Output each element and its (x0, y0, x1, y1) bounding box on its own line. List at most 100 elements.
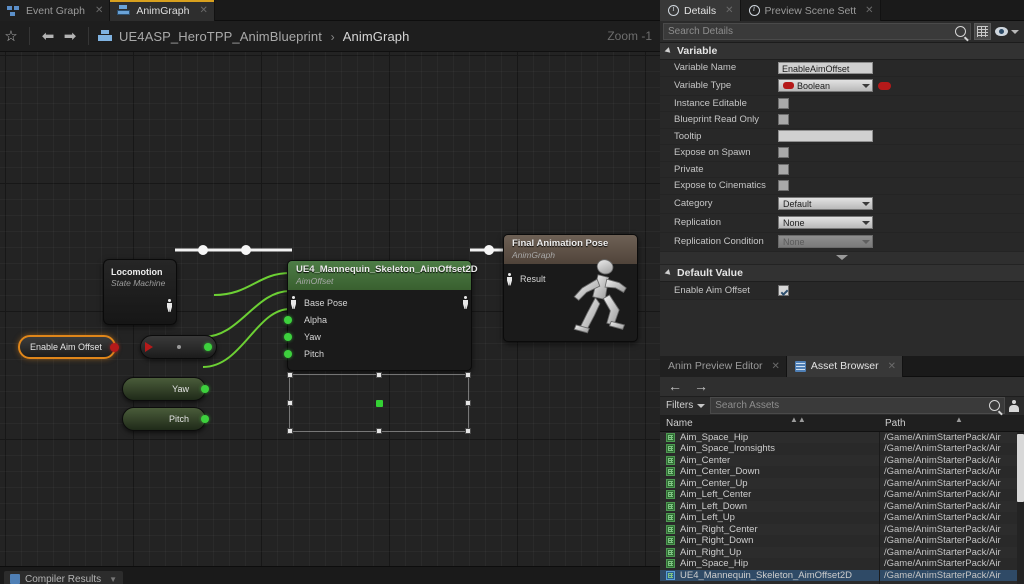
asset-row[interactable]: Aim_Left_Center/Game/AnimStarterPack/Air (660, 489, 1024, 501)
asset-row[interactable]: Aim_Center_Down/Game/AnimStarterPack/Air (660, 466, 1024, 478)
graph-canvas[interactable]: ANIMATION Locomotion (0, 52, 660, 566)
blueprint-read-only-checkbox[interactable] (778, 114, 789, 126)
node-input-row[interactable]: Yaw (284, 328, 471, 345)
category-dropdown[interactable]: Default (778, 197, 873, 210)
asset-row[interactable]: Aim_Right_Center/Game/AnimStarterPack/Ai… (660, 523, 1024, 535)
asset-row[interactable]: Aim_Right_Down/Game/AnimStarterPack/Air (660, 535, 1024, 547)
asset-browser-filter-row: Filters (660, 396, 1024, 416)
back-arrow-icon[interactable]: ⬅ (37, 25, 59, 47)
section-header-default-value[interactable]: Default Value (660, 264, 1024, 282)
gizmo-handle[interactable] (465, 428, 471, 434)
gizmo-handle[interactable] (465, 400, 471, 406)
search-assets-box[interactable] (710, 397, 1005, 414)
search-details-box[interactable] (663, 23, 971, 40)
gizmo-handle[interactable] (287, 428, 293, 434)
type-pill-icon[interactable] (878, 81, 891, 90)
section-header-variable[interactable]: Variable (660, 43, 1024, 60)
person-icon[interactable] (1009, 399, 1019, 412)
asset-row[interactable]: Aim_Left_Down/Game/AnimStarterPack/Air (660, 500, 1024, 512)
float-output-pin[interactable] (201, 385, 209, 393)
node-aim-offset-2d[interactable]: UE4_Mannequin_Skeleton_AimOffset2D AimOf… (284, 260, 478, 371)
tab-asset-browser[interactable]: Asset Browser ✕ (786, 355, 903, 377)
float-output-pin[interactable] (201, 415, 209, 423)
asset-row[interactable]: UE4_Mannequin_Skeleton_AimOffset2D/Game/… (660, 569, 1024, 581)
variable-name-input[interactable]: EnableAimOffset (778, 61, 873, 74)
pose-output-pin[interactable] (462, 296, 469, 309)
close-icon[interactable]: ✕ (772, 361, 780, 372)
asset-row[interactable]: Aim_Space_Ironsights/Game/AnimStarterPac… (660, 443, 1024, 455)
node-bool-to-float-convert[interactable] (140, 335, 217, 359)
node-input-row[interactable]: Pitch (284, 345, 471, 362)
gizmo-handle[interactable] (287, 372, 293, 378)
search-icon[interactable] (989, 400, 1000, 411)
gizmo-handle[interactable] (287, 400, 293, 406)
expose-on-spawn-checkbox[interactable] (778, 147, 789, 159)
favorite-star-icon[interactable]: ☆ (0, 25, 22, 47)
asset-row[interactable]: Aim_Center_Up/Game/AnimStarterPack/Air (660, 477, 1024, 489)
column-header-path[interactable]: Path ▲ (879, 415, 1024, 429)
node-input-row[interactable]: Base Pose (288, 294, 471, 311)
expand-advanced-button[interactable] (660, 251, 1024, 265)
pose-output-pin[interactable] (166, 299, 173, 312)
gizmo-center-handle[interactable] (376, 400, 383, 407)
tab-details[interactable]: Details ✕ (660, 0, 741, 21)
chevron-down-icon[interactable]: ▼ (109, 575, 117, 584)
filters-button[interactable]: Filters (663, 400, 710, 411)
breadcrumb-leaf[interactable]: AnimGraph (343, 29, 410, 44)
close-icon[interactable]: ✕ (865, 5, 873, 16)
tab-event-graph[interactable]: Event Graph ✕ (0, 0, 111, 21)
bool-input-pin[interactable] (145, 342, 153, 352)
private-checkbox[interactable] (778, 163, 789, 175)
getter-enable-aim-offset[interactable]: Enable Aim Offset (18, 335, 119, 359)
asset-list-scrollbar[interactable] (1017, 431, 1024, 584)
search-assets-input[interactable] (715, 400, 986, 411)
gizmo-handle[interactable] (465, 372, 471, 378)
asset-list[interactable]: Aim_Space_Hip/Game/AnimStarterPack/Air Ai… (660, 431, 1024, 584)
asset-row[interactable]: Aim_Space_Hip/Game/AnimStarterPack/Air (660, 558, 1024, 570)
enable-aim-offset-checkbox[interactable] (778, 284, 789, 296)
tab-compiler-results[interactable]: Compiler Results ▼ (4, 571, 124, 584)
bool-output-pin[interactable] (110, 342, 119, 352)
expose-to-cinematics-checkbox[interactable] (778, 180, 789, 192)
back-arrow-icon[interactable]: ← (668, 379, 682, 393)
visibility-dropdown[interactable] (995, 27, 1019, 36)
alpha-input-pin[interactable] (284, 315, 292, 324)
animation-asset-icon (666, 478, 675, 488)
asset-row[interactable]: Aim_Space_Hip/Game/AnimStarterPack/Air (660, 431, 1024, 443)
transform-gizmo[interactable] (287, 372, 471, 434)
forward-arrow-icon[interactable]: ➡ (59, 25, 81, 47)
pitch-input-pin[interactable] (284, 349, 292, 358)
asset-row[interactable]: Aim_Left_Up/Game/AnimStarterPack/Air (660, 512, 1024, 524)
close-icon[interactable]: ✕ (199, 5, 207, 16)
node-final-animation-pose[interactable]: Final Animation Pose AnimGraph Result (503, 234, 638, 342)
tab-preview-scene-settings[interactable]: Preview Scene Sett ✕ (740, 0, 881, 21)
float-output-pin[interactable] (204, 343, 212, 351)
pose-input-pin[interactable] (290, 296, 297, 309)
forward-arrow-icon[interactable]: → (694, 379, 708, 393)
gizmo-handle[interactable] (376, 372, 382, 378)
asset-row[interactable]: Aim_Center/Game/AnimStarterPack/Air (660, 454, 1024, 466)
scrollbar-thumb[interactable] (1017, 433, 1024, 502)
grid-columns-icon[interactable] (974, 23, 991, 40)
yaw-input-pin[interactable] (284, 332, 292, 341)
close-icon[interactable]: ✕ (95, 5, 103, 16)
variable-type-dropdown[interactable]: Boolean (778, 79, 873, 92)
node-input-row[interactable]: Alpha (284, 311, 471, 328)
column-header-name[interactable]: Name ▲▲ (660, 415, 879, 429)
tooltip-input[interactable] (778, 130, 873, 143)
tab-anim-graph[interactable]: AnimGraph ✕ (110, 0, 215, 21)
getter-pitch[interactable]: Pitch (122, 407, 209, 431)
replication-dropdown[interactable]: None (778, 216, 873, 229)
tab-anim-preview-editor[interactable]: Anim Preview Editor ✕ (660, 355, 787, 377)
pose-input-pin[interactable] (506, 272, 513, 286)
node-locomotion-state-machine[interactable]: Locomotion State Machine (103, 259, 177, 325)
close-icon[interactable]: ✕ (725, 5, 733, 16)
search-icon[interactable] (955, 26, 966, 37)
close-icon[interactable]: ✕ (888, 361, 896, 372)
gizmo-handle[interactable] (376, 428, 382, 434)
instance-editable-checkbox[interactable] (778, 97, 789, 109)
search-details-input[interactable] (668, 26, 952, 37)
breadcrumb-root[interactable]: UE4ASP_HeroTPP_AnimBlueprint (119, 29, 322, 44)
getter-yaw[interactable]: Yaw (122, 377, 209, 401)
asset-row[interactable]: Aim_Right_Up/Game/AnimStarterPack/Air (660, 546, 1024, 558)
